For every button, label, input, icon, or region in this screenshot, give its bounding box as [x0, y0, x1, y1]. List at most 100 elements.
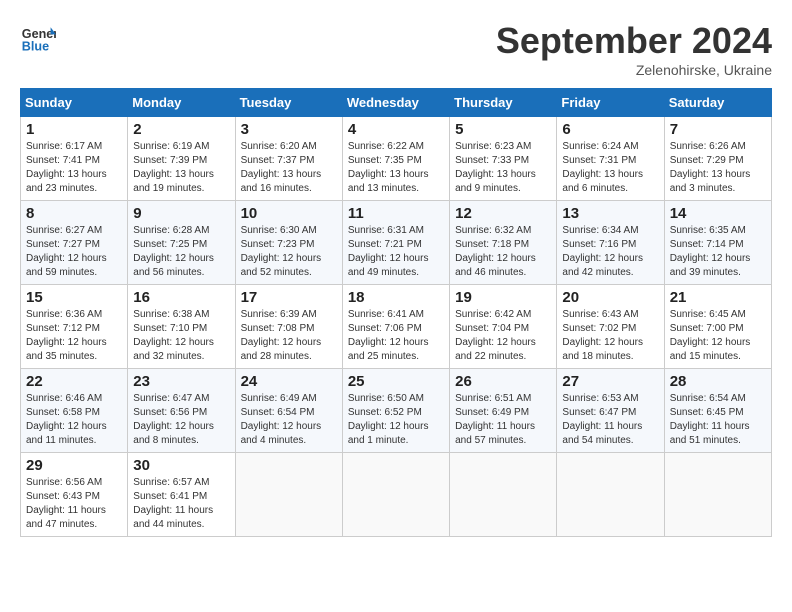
calendar-day-cell: 10 Sunrise: 6:30 AMSunset: 7:23 PMDaylig…: [235, 201, 342, 285]
calendar-day-cell: 29 Sunrise: 6:56 AMSunset: 6:43 PMDaylig…: [21, 453, 128, 537]
col-header-wednesday: Wednesday: [342, 89, 449, 117]
day-info: Sunrise: 6:27 AMSunset: 7:27 PMDaylight:…: [26, 224, 122, 280]
day-info: Sunrise: 6:36 AMSunset: 7:12 PMDaylight:…: [26, 308, 122, 364]
day-number: 3: [241, 121, 337, 138]
svg-text:Blue: Blue: [22, 40, 49, 54]
calendar-week-row: 8 Sunrise: 6:27 AMSunset: 7:27 PMDayligh…: [21, 201, 772, 285]
day-number: 14: [670, 205, 766, 222]
col-header-saturday: Saturday: [664, 89, 771, 117]
calendar-week-row: 15 Sunrise: 6:36 AMSunset: 7:12 PMDaylig…: [21, 285, 772, 369]
day-info: Sunrise: 6:30 AMSunset: 7:23 PMDaylight:…: [241, 224, 337, 280]
calendar-day-cell: 14 Sunrise: 6:35 AMSunset: 7:14 PMDaylig…: [664, 201, 771, 285]
day-info: Sunrise: 6:35 AMSunset: 7:14 PMDaylight:…: [670, 224, 766, 280]
day-number: 21: [670, 289, 766, 306]
day-number: 25: [348, 373, 444, 390]
day-number: 28: [670, 373, 766, 390]
day-number: 6: [562, 121, 658, 138]
day-number: 2: [133, 121, 229, 138]
day-number: 8: [26, 205, 122, 222]
calendar-day-cell: 17 Sunrise: 6:39 AMSunset: 7:08 PMDaylig…: [235, 285, 342, 369]
logo-icon: General Blue: [20, 20, 56, 56]
calendar-day-cell: 23 Sunrise: 6:47 AMSunset: 6:56 PMDaylig…: [128, 369, 235, 453]
day-info: Sunrise: 6:38 AMSunset: 7:10 PMDaylight:…: [133, 308, 229, 364]
calendar-day-cell: 15 Sunrise: 6:36 AMSunset: 7:12 PMDaylig…: [21, 285, 128, 369]
day-number: 11: [348, 205, 444, 222]
day-info: Sunrise: 6:46 AMSunset: 6:58 PMDaylight:…: [26, 392, 122, 448]
day-number: 24: [241, 373, 337, 390]
calendar-week-row: 29 Sunrise: 6:56 AMSunset: 6:43 PMDaylig…: [21, 453, 772, 537]
day-info: Sunrise: 6:57 AMSunset: 6:41 PMDaylight:…: [133, 476, 229, 532]
day-number: 10: [241, 205, 337, 222]
day-number: 20: [562, 289, 658, 306]
day-info: Sunrise: 6:22 AMSunset: 7:35 PMDaylight:…: [348, 140, 444, 196]
calendar-day-cell: 13 Sunrise: 6:34 AMSunset: 7:16 PMDaylig…: [557, 201, 664, 285]
day-number: 29: [26, 457, 122, 474]
page-header: General Blue September 2024 Zelenohirske…: [20, 20, 772, 78]
col-header-friday: Friday: [557, 89, 664, 117]
day-number: 18: [348, 289, 444, 306]
day-info: Sunrise: 6:23 AMSunset: 7:33 PMDaylight:…: [455, 140, 551, 196]
calendar-week-row: 1 Sunrise: 6:17 AMSunset: 7:41 PMDayligh…: [21, 117, 772, 201]
day-info: Sunrise: 6:39 AMSunset: 7:08 PMDaylight:…: [241, 308, 337, 364]
calendar-day-cell: 28 Sunrise: 6:54 AMSunset: 6:45 PMDaylig…: [664, 369, 771, 453]
day-number: 30: [133, 457, 229, 474]
col-header-sunday: Sunday: [21, 89, 128, 117]
day-number: 13: [562, 205, 658, 222]
calendar-day-cell: 12 Sunrise: 6:32 AMSunset: 7:18 PMDaylig…: [450, 201, 557, 285]
day-info: Sunrise: 6:20 AMSunset: 7:37 PMDaylight:…: [241, 140, 337, 196]
calendar-header-row: SundayMondayTuesdayWednesdayThursdayFrid…: [21, 89, 772, 117]
calendar-day-cell: 3 Sunrise: 6:20 AMSunset: 7:37 PMDayligh…: [235, 117, 342, 201]
calendar-day-cell: 27 Sunrise: 6:53 AMSunset: 6:47 PMDaylig…: [557, 369, 664, 453]
day-number: 5: [455, 121, 551, 138]
day-info: Sunrise: 6:50 AMSunset: 6:52 PMDaylight:…: [348, 392, 444, 448]
calendar-day-cell: 7 Sunrise: 6:26 AMSunset: 7:29 PMDayligh…: [664, 117, 771, 201]
day-info: Sunrise: 6:42 AMSunset: 7:04 PMDaylight:…: [455, 308, 551, 364]
day-number: 4: [348, 121, 444, 138]
logo: General Blue: [20, 20, 56, 56]
day-info: Sunrise: 6:54 AMSunset: 6:45 PMDaylight:…: [670, 392, 766, 448]
calendar-table: SundayMondayTuesdayWednesdayThursdayFrid…: [20, 88, 772, 537]
day-info: Sunrise: 6:34 AMSunset: 7:16 PMDaylight:…: [562, 224, 658, 280]
calendar-day-cell: 16 Sunrise: 6:38 AMSunset: 7:10 PMDaylig…: [128, 285, 235, 369]
calendar-day-cell: 24 Sunrise: 6:49 AMSunset: 6:54 PMDaylig…: [235, 369, 342, 453]
calendar-day-cell: 25 Sunrise: 6:50 AMSunset: 6:52 PMDaylig…: [342, 369, 449, 453]
day-info: Sunrise: 6:49 AMSunset: 6:54 PMDaylight:…: [241, 392, 337, 448]
calendar-day-cell: 18 Sunrise: 6:41 AMSunset: 7:06 PMDaylig…: [342, 285, 449, 369]
day-info: Sunrise: 6:26 AMSunset: 7:29 PMDaylight:…: [670, 140, 766, 196]
day-number: 23: [133, 373, 229, 390]
calendar-day-cell: 4 Sunrise: 6:22 AMSunset: 7:35 PMDayligh…: [342, 117, 449, 201]
day-number: 16: [133, 289, 229, 306]
calendar-day-cell: [557, 453, 664, 537]
day-info: Sunrise: 6:41 AMSunset: 7:06 PMDaylight:…: [348, 308, 444, 364]
day-number: 26: [455, 373, 551, 390]
location-subtitle: Zelenohirske, Ukraine: [496, 62, 772, 78]
month-title: September 2024: [496, 20, 772, 62]
calendar-day-cell: 20 Sunrise: 6:43 AMSunset: 7:02 PMDaylig…: [557, 285, 664, 369]
day-info: Sunrise: 6:53 AMSunset: 6:47 PMDaylight:…: [562, 392, 658, 448]
calendar-day-cell: 2 Sunrise: 6:19 AMSunset: 7:39 PMDayligh…: [128, 117, 235, 201]
calendar-day-cell: [450, 453, 557, 537]
calendar-day-cell: 19 Sunrise: 6:42 AMSunset: 7:04 PMDaylig…: [450, 285, 557, 369]
day-number: 22: [26, 373, 122, 390]
calendar-day-cell: 21 Sunrise: 6:45 AMSunset: 7:00 PMDaylig…: [664, 285, 771, 369]
calendar-day-cell: [235, 453, 342, 537]
day-number: 12: [455, 205, 551, 222]
calendar-day-cell: [664, 453, 771, 537]
day-info: Sunrise: 6:43 AMSunset: 7:02 PMDaylight:…: [562, 308, 658, 364]
calendar-day-cell: 22 Sunrise: 6:46 AMSunset: 6:58 PMDaylig…: [21, 369, 128, 453]
calendar-day-cell: 26 Sunrise: 6:51 AMSunset: 6:49 PMDaylig…: [450, 369, 557, 453]
day-number: 15: [26, 289, 122, 306]
calendar-day-cell: 1 Sunrise: 6:17 AMSunset: 7:41 PMDayligh…: [21, 117, 128, 201]
day-number: 9: [133, 205, 229, 222]
col-header-tuesday: Tuesday: [235, 89, 342, 117]
calendar-day-cell: 8 Sunrise: 6:27 AMSunset: 7:27 PMDayligh…: [21, 201, 128, 285]
calendar-day-cell: [342, 453, 449, 537]
day-info: Sunrise: 6:19 AMSunset: 7:39 PMDaylight:…: [133, 140, 229, 196]
day-info: Sunrise: 6:51 AMSunset: 6:49 PMDaylight:…: [455, 392, 551, 448]
calendar-day-cell: 6 Sunrise: 6:24 AMSunset: 7:31 PMDayligh…: [557, 117, 664, 201]
day-info: Sunrise: 6:28 AMSunset: 7:25 PMDaylight:…: [133, 224, 229, 280]
calendar-day-cell: 30 Sunrise: 6:57 AMSunset: 6:41 PMDaylig…: [128, 453, 235, 537]
day-number: 19: [455, 289, 551, 306]
day-info: Sunrise: 6:32 AMSunset: 7:18 PMDaylight:…: [455, 224, 551, 280]
day-number: 7: [670, 121, 766, 138]
